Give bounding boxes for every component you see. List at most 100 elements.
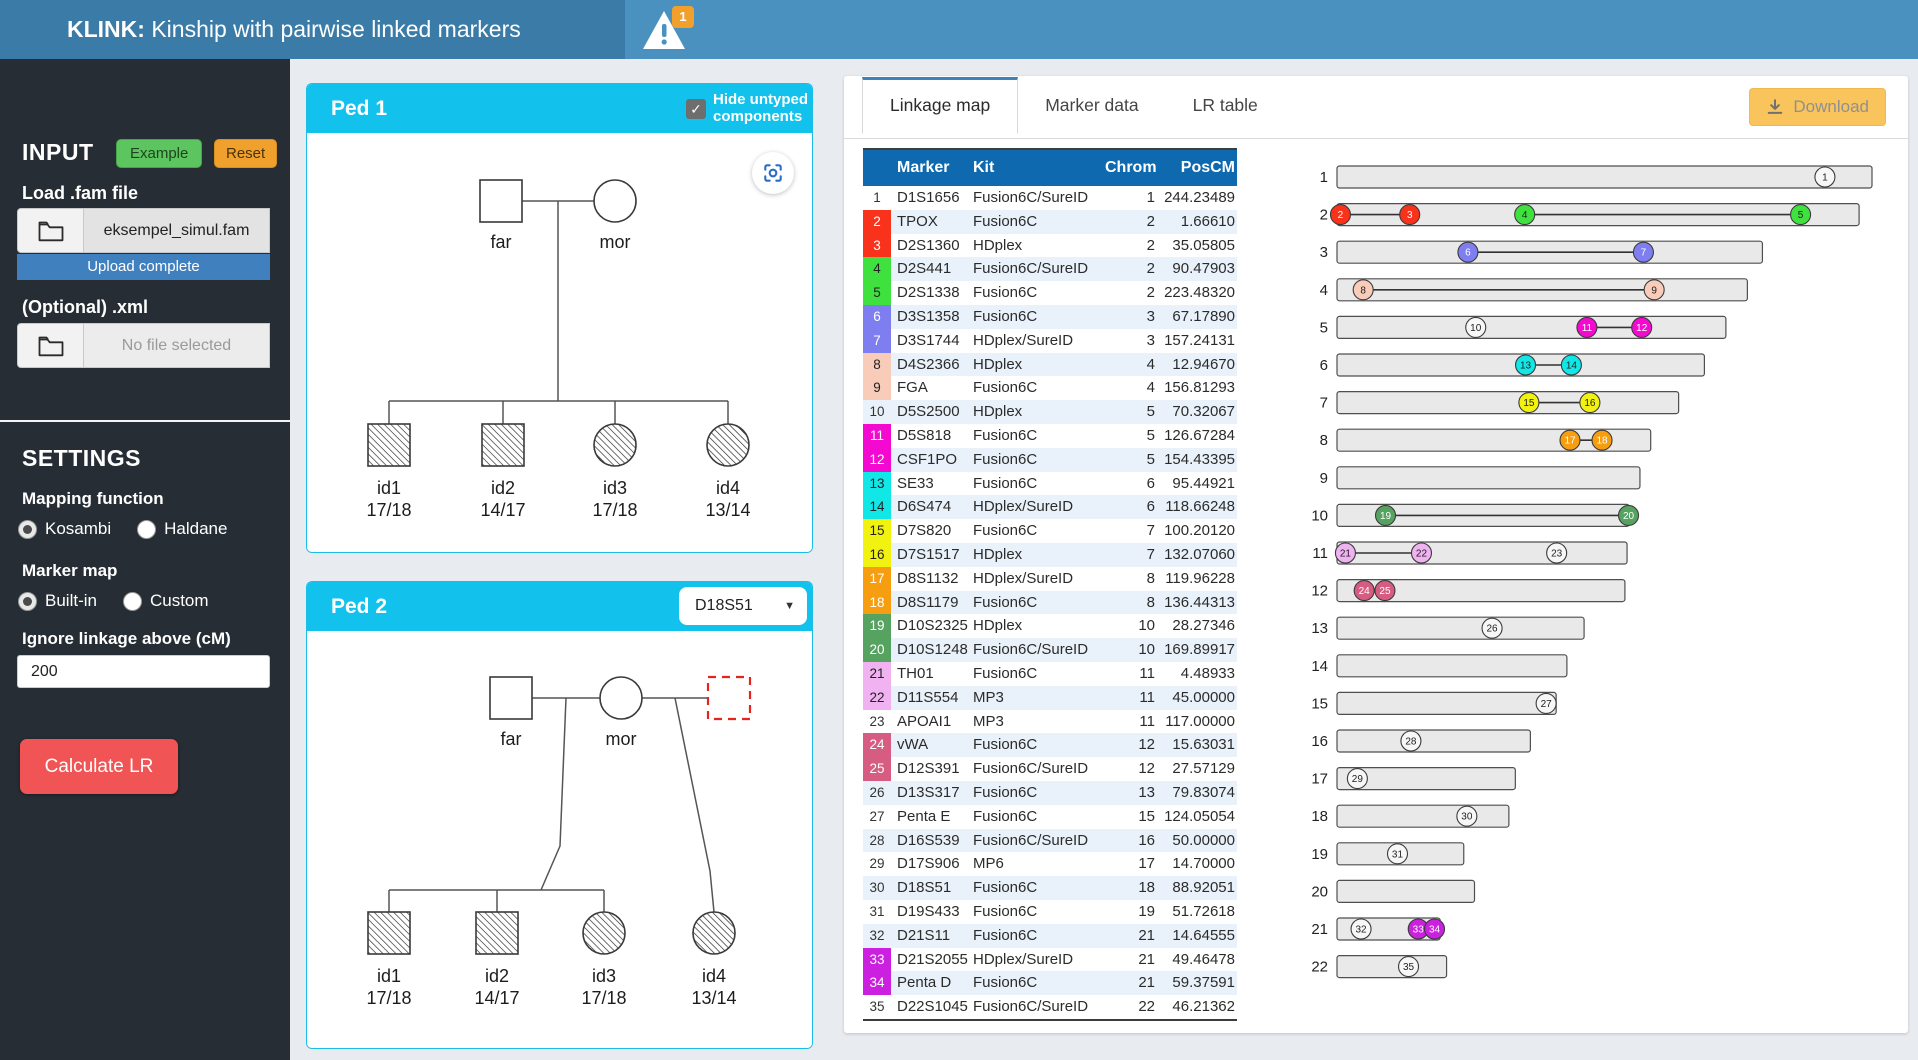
table-row[interactable]: 6D3S1358Fusion6C367.17890 [863, 305, 1237, 329]
radio-haldane[interactable] [137, 520, 156, 539]
table-row[interactable]: 18D8S1179Fusion6C8136.44313 [863, 591, 1237, 615]
marker-circle-number: 8 [1360, 285, 1366, 296]
chromosome-label: 12 [1311, 583, 1328, 600]
col-marker[interactable]: Marker [891, 150, 973, 186]
radio-custom[interactable] [123, 592, 142, 611]
snapshot-button[interactable] [752, 152, 794, 194]
folder-icon [38, 335, 64, 357]
table-row[interactable]: 28D16S539Fusion6C/SureID1650.00000 [863, 829, 1237, 853]
table-row[interactable]: 19D10S2325HDplex1028.27346 [863, 614, 1237, 638]
chromosome-map-svg: 1234567891011121314151617181920212212345… [1250, 160, 1910, 992]
folder-icon [38, 220, 64, 242]
chromosome-bar [1337, 805, 1509, 827]
table-row[interactable]: 15D7S820Fusion6C7100.20120 [863, 519, 1237, 543]
table-row[interactable]: 14D6S474HDplex/SureID6118.66248 [863, 495, 1237, 519]
hide-untyped-checkbox[interactable]: ✓ [686, 99, 706, 119]
col-poscm[interactable]: PosCM [1155, 150, 1237, 186]
table-row[interactable]: 35D22S1045Fusion6C/SureID2246.21362 [863, 995, 1237, 1019]
marker-circle-number: 12 [1636, 323, 1648, 334]
table-row[interactable]: 20D10S1248Fusion6C/SureID10169.89917 [863, 638, 1237, 662]
ped2-child2-id: id2 [485, 966, 509, 986]
marker-circle-number: 19 [1380, 511, 1392, 522]
ped1-child1-id: id1 [377, 478, 401, 498]
table-row[interactable]: 34Penta DFusion6C2159.37591 [863, 971, 1237, 995]
table-row[interactable]: 3D2S1360HDplex235.05805 [863, 234, 1237, 258]
table-row[interactable]: 31D19S433Fusion6C1951.72618 [863, 900, 1237, 924]
marker-circle-number: 24 [1359, 586, 1371, 597]
table-row[interactable]: 9FGAFusion6C4156.81293 [863, 376, 1237, 400]
tab-linkage-map[interactable]: Linkage map [862, 77, 1018, 134]
ped1-child3-id: id3 [603, 478, 627, 498]
ped1-mother-label: mor [600, 232, 631, 252]
chromosome-label: 13 [1311, 620, 1328, 637]
chromosome-bar [1337, 730, 1530, 752]
ped2-panel: Ped 2 D18S51 ▼ [306, 581, 813, 1049]
ped2-child3-genotype: 17/18 [581, 988, 626, 1008]
fam-file-input[interactable]: eksempel_simul.fam [17, 208, 270, 253]
chromosome-bar [1337, 617, 1584, 639]
chromosome-label: 19 [1311, 846, 1328, 863]
table-row[interactable]: 29D17S906MP61714.70000 [863, 852, 1237, 876]
chromosome-label: 9 [1320, 470, 1328, 487]
fam-browse-button[interactable] [17, 208, 84, 253]
sidebar-divider [0, 420, 290, 422]
ped1-child4-genotype: 13/14 [705, 500, 750, 520]
table-row[interactable]: 33D21S2055HDplex/SureID2149.46478 [863, 948, 1237, 972]
marker-circle-number: 30 [1461, 812, 1473, 823]
ped2-child4-id: id4 [702, 966, 726, 986]
radio-builtin[interactable] [18, 592, 37, 611]
radio-option-custom[interactable]: Custom [123, 591, 209, 611]
table-row[interactable]: 10D5S2500HDplex570.32067 [863, 400, 1237, 424]
radio-option-builtin[interactable]: Built-in [18, 591, 97, 611]
marker-select-dropdown[interactable]: D18S51 ▼ [679, 587, 807, 625]
table-row[interactable]: 12CSF1POFusion6C5154.43395 [863, 448, 1237, 472]
calculate-lr-button[interactable]: Calculate LR [20, 739, 178, 794]
example-button[interactable]: Example [116, 139, 202, 168]
table-row[interactable]: 2TPOXFusion6C21.66610 [863, 210, 1237, 234]
table-row[interactable]: 24vWAFusion6C1215.63031 [863, 733, 1237, 757]
warning-indicator[interactable]: 1 [640, 8, 700, 56]
table-row[interactable]: 16D7S1517HDplex7132.07060 [863, 543, 1237, 567]
chromosome-bar [1337, 956, 1447, 978]
results-panel: Linkage mapMarker dataLR table Download … [844, 76, 1908, 1033]
xml-browse-button[interactable] [17, 323, 84, 368]
chromosome-bar [1337, 880, 1475, 902]
tab-lr-table[interactable]: LR table [1166, 77, 1285, 133]
table-row[interactable]: 21TH01Fusion6C114.48933 [863, 662, 1237, 686]
table-row[interactable]: 23APOAI1MP311117.00000 [863, 710, 1237, 734]
table-row[interactable]: 27Penta EFusion6C15124.05054 [863, 805, 1237, 829]
table-row[interactable]: 26D13S317Fusion6C1379.83074 [863, 781, 1237, 805]
table-row[interactable]: 8D4S2366HDplex412.94670 [863, 353, 1237, 377]
table-row[interactable]: 7D3S1744HDplex/SureID3157.24131 [863, 329, 1237, 353]
app-header: KLINK: Kinship with pairwise linked mark… [0, 0, 1918, 59]
table-row[interactable]: 25D12S391Fusion6C/SureID1227.57129 [863, 757, 1237, 781]
ignore-linkage-input[interactable] [17, 655, 270, 688]
col-chrom[interactable]: Chrom [1105, 150, 1155, 186]
radio-kosambi[interactable] [18, 520, 37, 539]
table-row[interactable]: 22D11S554MP31145.00000 [863, 686, 1237, 710]
reset-button[interactable]: Reset [214, 139, 277, 168]
hide-untyped-label: Hide untyped components [713, 91, 811, 125]
table-row[interactable]: 13SE33Fusion6C695.44921 [863, 472, 1237, 496]
table-row[interactable]: 5D2S1338Fusion6C2223.48320 [863, 281, 1237, 305]
table-row[interactable]: 32D21S11Fusion6C2114.64555 [863, 924, 1237, 948]
table-row[interactable]: 17D8S1132HDplex/SureID8119.96228 [863, 567, 1237, 591]
table-row[interactable]: 11D5S818Fusion6C5126.67284 [863, 424, 1237, 448]
klink-app: KLINK: Kinship with pairwise linked mark… [0, 0, 1918, 1060]
radio-option-kosambi[interactable]: Kosambi [18, 519, 111, 539]
table-row[interactable]: 1D1S1656Fusion6C/SureID1244.23489 [863, 186, 1237, 210]
marker-circle-number: 34 [1429, 925, 1441, 936]
xml-file-input[interactable]: No file selected [17, 323, 270, 368]
ped1-child2-genotype: 14/17 [480, 500, 525, 520]
tab-marker-data[interactable]: Marker data [1018, 77, 1165, 133]
upload-progress-bar: Upload complete [17, 254, 270, 280]
marker-circle-number: 2 [1338, 210, 1344, 221]
marker-table-body: 1D1S1656Fusion6C/SureID1244.234892TPOXFu… [863, 186, 1237, 1019]
app-title-rest: Kinship with pairwise linked markers [145, 16, 521, 42]
radio-option-haldane[interactable]: Haldane [137, 519, 227, 539]
mapping-function-radios: Kosambi Haldane [18, 517, 253, 541]
col-kit[interactable]: Kit [973, 150, 1105, 186]
download-button[interactable]: Download [1749, 88, 1886, 126]
table-row[interactable]: 30D18S51Fusion6C1888.92051 [863, 876, 1237, 900]
table-row[interactable]: 4D2S441Fusion6C/SureID290.47903 [863, 257, 1237, 281]
